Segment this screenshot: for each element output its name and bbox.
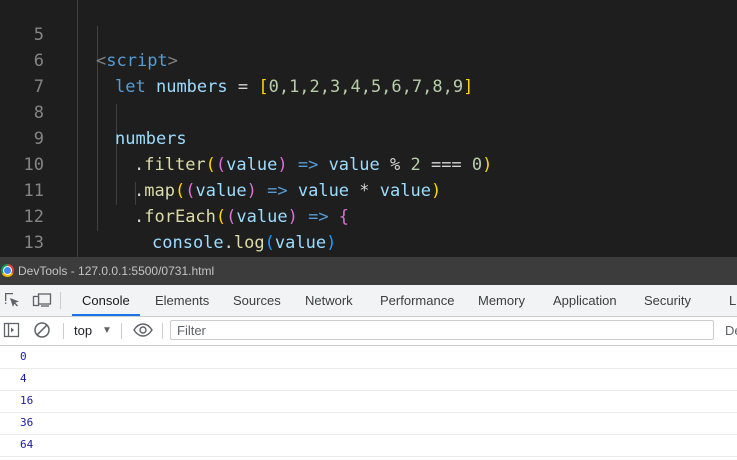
- inspect-element-icon[interactable]: [3, 291, 21, 309]
- code-line: 12 console.log(value): [0, 178, 737, 253]
- tab-more[interactable]: Li: [729, 285, 737, 316]
- log-value: 4: [20, 372, 27, 385]
- log-value: 0: [20, 350, 27, 363]
- code-line: 11 .forEach((value) => {: [0, 152, 737, 227]
- console-message: 36: [0, 412, 737, 435]
- log-value: 64: [20, 438, 34, 451]
- code-editor[interactable]: 5 <script> 6 let numbers = [0,1,2,3,4,5,…: [0, 0, 737, 257]
- filter-input[interactable]: [170, 320, 714, 340]
- console-message: 4: [0, 368, 737, 391]
- tab-application[interactable]: Application: [553, 285, 617, 316]
- code-line: 14 </script>: [0, 230, 737, 256]
- tab-elements[interactable]: Elements: [155, 285, 209, 316]
- console-message: 16: [0, 390, 737, 413]
- context-value: top: [74, 323, 93, 338]
- toolbar-divider: [162, 323, 163, 339]
- code-line: 9 .filter((value) => value % 2 === 0): [0, 100, 737, 175]
- clear-console-icon[interactable]: [33, 321, 51, 339]
- console-message: 0: [0, 346, 737, 369]
- toolbar-divider: [63, 323, 64, 339]
- code-line: 10 .map((value) => value * value): [0, 126, 737, 201]
- devtools-title-bar: DevTools - 127.0.0.1:5500/0731.html: [0, 257, 737, 285]
- console-output: 0 4 16 36 64: [0, 346, 737, 460]
- context-selector[interactable]: top ▼: [74, 321, 112, 341]
- chrome-logo-icon: [1, 264, 14, 277]
- tab-memory[interactable]: Memory: [478, 285, 525, 316]
- code-line: 8 numbers: [0, 74, 737, 149]
- code-line: 7: [0, 48, 737, 97]
- devtools-tab-bar: Console Elements Sources Network Perform…: [0, 285, 737, 317]
- console-toolbar: top ▼ De: [0, 317, 737, 346]
- console-message: 64: [0, 434, 737, 457]
- window-title: DevTools - 127.0.0.1:5500/0731.html: [18, 264, 215, 278]
- sidebar-toggle-icon[interactable]: [3, 321, 21, 339]
- device-toggle-icon[interactable]: [32, 291, 52, 309]
- toolbar-divider: [60, 292, 61, 309]
- eye-icon[interactable]: [132, 321, 154, 339]
- default-levels-dropdown[interactable]: De: [725, 321, 737, 341]
- caret-down-icon: ▼: [102, 325, 112, 336]
- log-value: 36: [20, 416, 34, 429]
- tab-performance[interactable]: Performance: [380, 285, 454, 316]
- tab-security[interactable]: Security: [644, 285, 691, 316]
- tab-sources[interactable]: Sources: [233, 285, 281, 316]
- code-line: 5 <script>: [0, 0, 737, 71]
- code-line: 6 let numbers = [0,1,2,3,4,5,6,7,8,9]: [0, 22, 737, 97]
- tab-network[interactable]: Network: [305, 285, 353, 316]
- log-value: 16: [20, 394, 34, 407]
- tab-console[interactable]: Console: [72, 285, 140, 316]
- toolbar-divider: [121, 323, 122, 339]
- code-line: 13 }): [0, 204, 737, 253]
